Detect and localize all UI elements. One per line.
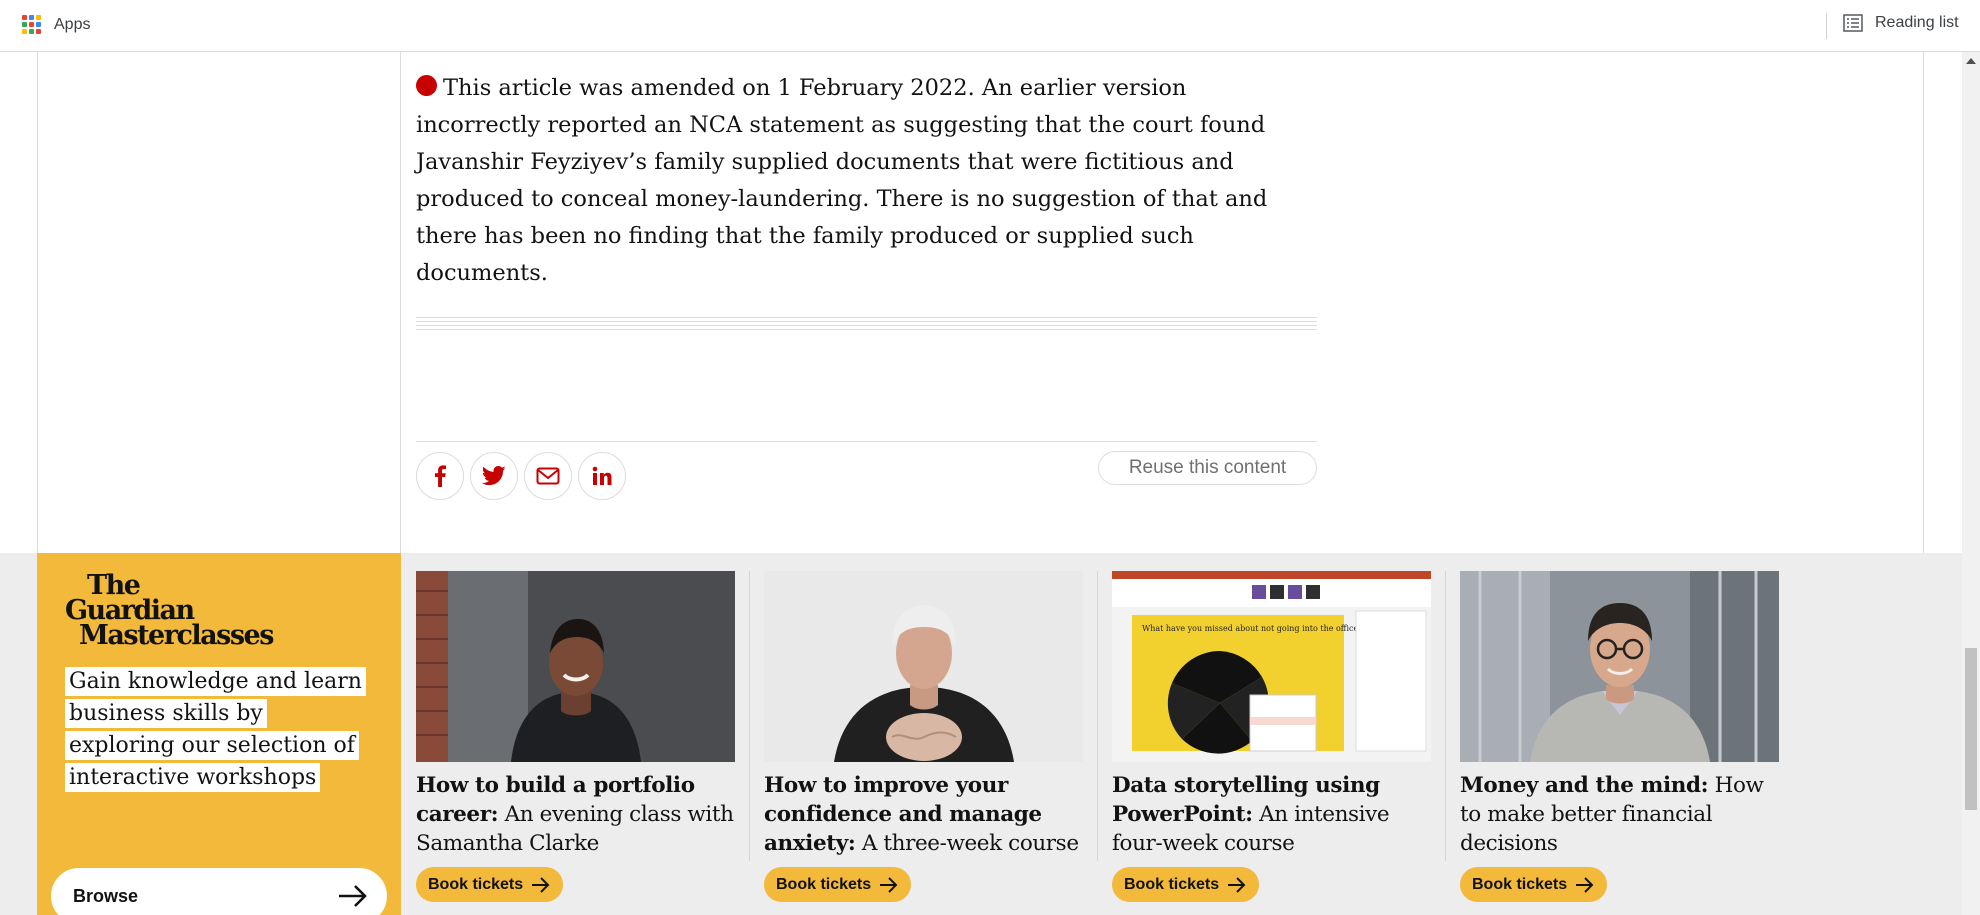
powerpoint-screenshot-image: What have you missed about not going int… [1112,571,1431,762]
column-rule-right [1923,52,1924,553]
arrow-right-icon [339,885,367,907]
card-image-portfolio[interactable] [416,571,735,762]
scroll-up-arrow-icon[interactable] [1966,58,1976,64]
linkedin-icon [592,466,612,485]
share-divider [416,441,1317,442]
card-title[interactable]: How to improve your confidence and manag… [764,771,1083,858]
masterclass-card: Money and the mind: How to make better f… [1460,571,1779,902]
twitter-icon [482,466,506,486]
bookmarks-divider [1826,13,1827,39]
masterclass-card: How to improve your confidence and manag… [764,571,1083,902]
tagline-text: Gain knowledge and learn business skills… [65,667,366,792]
correction-dot-icon [416,75,437,96]
book-tickets-label: Book tickets [428,875,524,893]
book-tickets-label: Book tickets [776,875,872,893]
correction-text: This article was amended on 1 February 2… [416,75,1268,286]
book-tickets-label: Book tickets [1124,875,1220,893]
arrow-right-icon [880,876,898,893]
bookmarks-bar: Apps Reading list [0,0,1980,52]
vertical-scrollbar[interactable] [1962,52,1980,915]
share-facebook-button[interactable] [416,452,464,500]
arrow-right-icon [1228,876,1246,893]
share-twitter-button[interactable] [470,452,518,500]
portrait-man-brain-image [764,571,1083,762]
column-rule-left [37,52,38,553]
reuse-content-button[interactable]: Reuse this content [1098,451,1317,485]
reading-list-label: Reading list [1875,14,1959,31]
share-linkedin-button[interactable] [578,452,626,500]
portrait-woman-image [416,571,735,762]
masterclasses-panel: The Guardian Masterclasses Gain knowledg… [37,553,401,915]
book-tickets-button[interactable]: Book tickets [416,867,564,902]
apps-shortcut[interactable]: Apps [22,15,90,34]
card-image-confidence[interactable] [764,571,1083,762]
card-separator [1097,571,1098,861]
masterclasses-logo[interactable]: The Guardian Masterclasses [65,572,274,651]
card-separator [749,571,750,861]
facebook-icon [435,465,446,487]
book-tickets-button[interactable]: Book tickets [1112,867,1260,902]
correction-notice: This article was amended on 1 February 2… [416,70,1316,292]
portrait-man-glasses-image [1460,571,1779,762]
card-title[interactable]: Data storytelling using PowerPoint: An i… [1112,771,1431,858]
card-separator [1445,571,1446,861]
apps-grid-icon [22,15,41,34]
masterclasses-strip: The Guardian Masterclasses Gain knowledg… [0,553,1962,915]
share-email-button[interactable] [524,452,572,500]
masterclass-card: How to build a portfolio career: An even… [416,571,735,902]
book-tickets-label: Book tickets [1472,875,1568,893]
share-buttons [416,452,632,500]
arrow-right-icon [1576,876,1594,893]
reading-list-button[interactable]: Reading list [1843,14,1959,32]
masterclasses-tagline: Gain knowledge and learn business skills… [65,666,375,794]
card-title[interactable]: Money and the mind: How to make better f… [1460,771,1779,858]
card-title-rest: A three-week course [855,831,1079,856]
card-title[interactable]: How to build a portfolio career: An even… [416,771,735,858]
card-title-bold: Money and the mind: [1460,773,1709,798]
book-tickets-button[interactable]: Book tickets [764,867,912,902]
reading-list-icon [1843,14,1863,32]
card-image-powerpoint[interactable]: What have you missed about not going int… [1112,571,1431,762]
article-page: This article was amended on 1 February 2… [0,52,1962,915]
column-rule-middle [400,52,401,553]
arrow-right-icon [532,876,550,893]
article-end-rule [416,317,1317,333]
slide-question-text: What have you missed about not going int… [1142,624,1363,633]
logo-line-masterclasses: Masterclasses [79,620,274,651]
email-icon [536,467,560,485]
apps-label: Apps [54,15,91,33]
masterclass-card: What have you missed about not going int… [1112,571,1431,902]
browse-label: Browse [73,885,139,906]
book-tickets-button[interactable]: Book tickets [1460,867,1608,902]
browse-button[interactable]: Browse [51,868,387,915]
scrollbar-thumb[interactable] [1965,648,1977,810]
card-image-money-mind[interactable] [1460,571,1779,762]
